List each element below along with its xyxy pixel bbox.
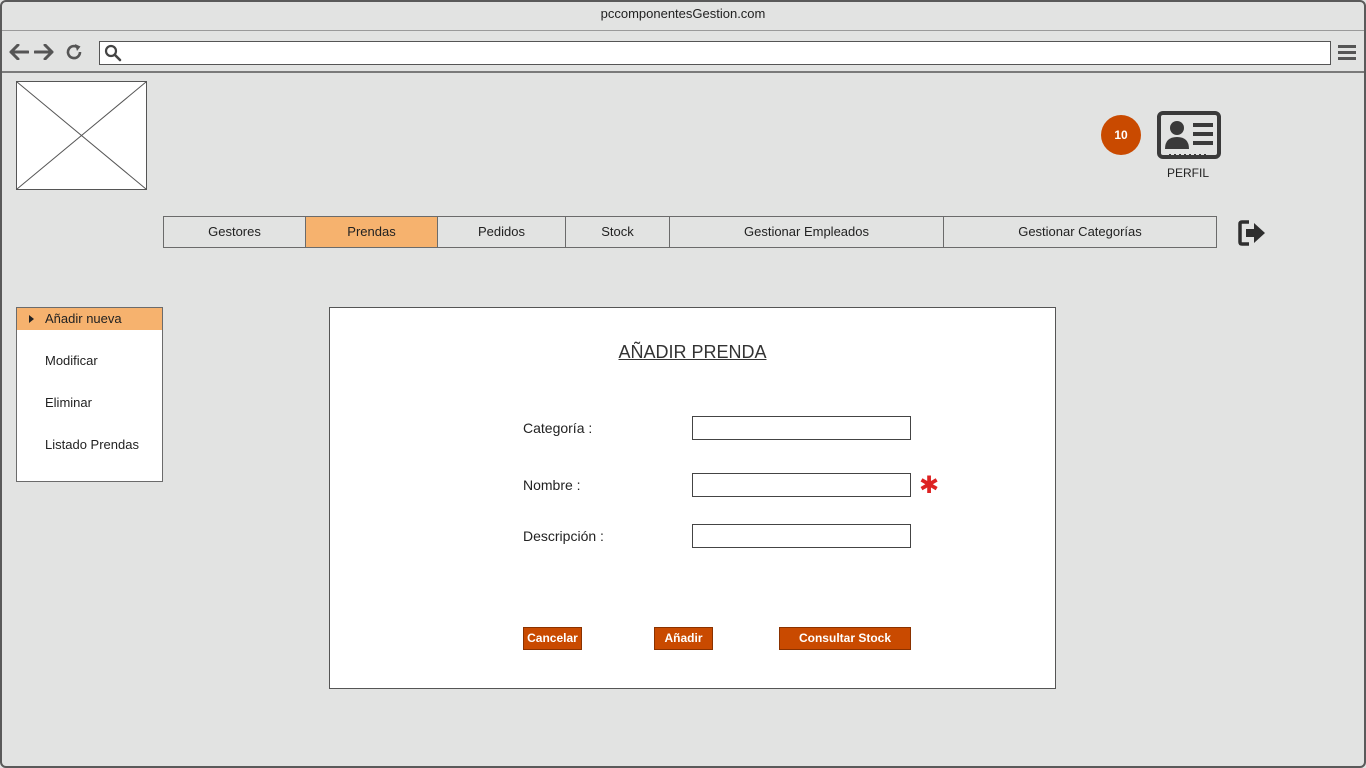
side-item-label: Listado Prendas — [45, 437, 139, 452]
side-item-eliminar[interactable]: Eliminar — [17, 392, 162, 414]
add-button[interactable]: Añadir — [654, 627, 713, 650]
nombre-field[interactable] — [692, 473, 911, 497]
main-menu-bar: Gestores Prendas Pedidos Stock Gestionar… — [163, 216, 1217, 248]
descripcion-field[interactable] — [692, 524, 911, 548]
tab-gestionar-empleados[interactable]: Gestionar Empleados — [670, 217, 944, 247]
cancel-button[interactable]: Cancelar — [523, 627, 582, 650]
caret-right-icon — [29, 315, 34, 323]
hamburger-menu-icon[interactable] — [1337, 44, 1357, 61]
consult-stock-button[interactable]: Consultar Stock — [779, 627, 911, 650]
sign-out-icon — [1238, 220, 1265, 246]
window-title: pccomponentesGestion.com — [600, 6, 766, 21]
required-asterisk-icon: ✱ — [919, 472, 940, 499]
url-bar[interactable] — [99, 41, 1331, 65]
forward-button[interactable] — [33, 41, 55, 63]
add-garment-panel: AÑADIR PRENDA Categoría : Nombre : ✱ Des… — [329, 307, 1056, 689]
reload-button[interactable] — [63, 41, 85, 63]
tab-prendas[interactable]: Prendas — [306, 217, 438, 247]
side-item-label: Añadir nueva — [45, 311, 122, 326]
side-item-modificar[interactable]: Modificar — [17, 350, 162, 372]
profile-label: PERFIL — [1166, 166, 1209, 180]
tab-gestionar-categorias[interactable]: Gestionar Categorías — [944, 217, 1216, 247]
side-item-anadir-nueva[interactable]: Añadir nueva — [17, 308, 162, 330]
profile-button[interactable] — [1157, 111, 1221, 164]
browser-toolbar — [2, 30, 1364, 73]
url-input[interactable] — [126, 44, 1316, 62]
id-card-icon — [1157, 111, 1221, 159]
side-item-listado-prendas[interactable]: Listado Prendas — [17, 434, 162, 456]
panel-title-wrap: AÑADIR PRENDA — [330, 342, 1055, 363]
side-menu: Añadir nueva Modificar Eliminar Listado … — [16, 307, 163, 482]
tab-stock[interactable]: Stock — [566, 217, 670, 247]
categoria-label: Categoría : — [523, 420, 593, 436]
logo-placeholder-image — [16, 81, 147, 190]
arrow-right-icon — [34, 44, 54, 60]
arrow-left-icon — [9, 44, 29, 60]
reload-icon — [66, 44, 82, 60]
tab-pedidos[interactable]: Pedidos — [438, 217, 566, 247]
nombre-label: Nombre : — [523, 477, 581, 493]
descripcion-label: Descripción : — [523, 528, 604, 544]
panel-title: AÑADIR PRENDA — [618, 342, 767, 362]
logout-button[interactable] — [1237, 219, 1267, 252]
tab-gestores[interactable]: Gestores — [164, 217, 306, 247]
image-placeholder-icon — [16, 81, 147, 190]
side-item-label: Eliminar — [45, 395, 92, 410]
notification-badge[interactable]: 10 — [1101, 115, 1141, 155]
back-button[interactable] — [8, 41, 30, 63]
search-icon — [104, 44, 122, 62]
categoria-field[interactable] — [692, 416, 911, 440]
side-item-label: Modificar — [45, 353, 98, 368]
